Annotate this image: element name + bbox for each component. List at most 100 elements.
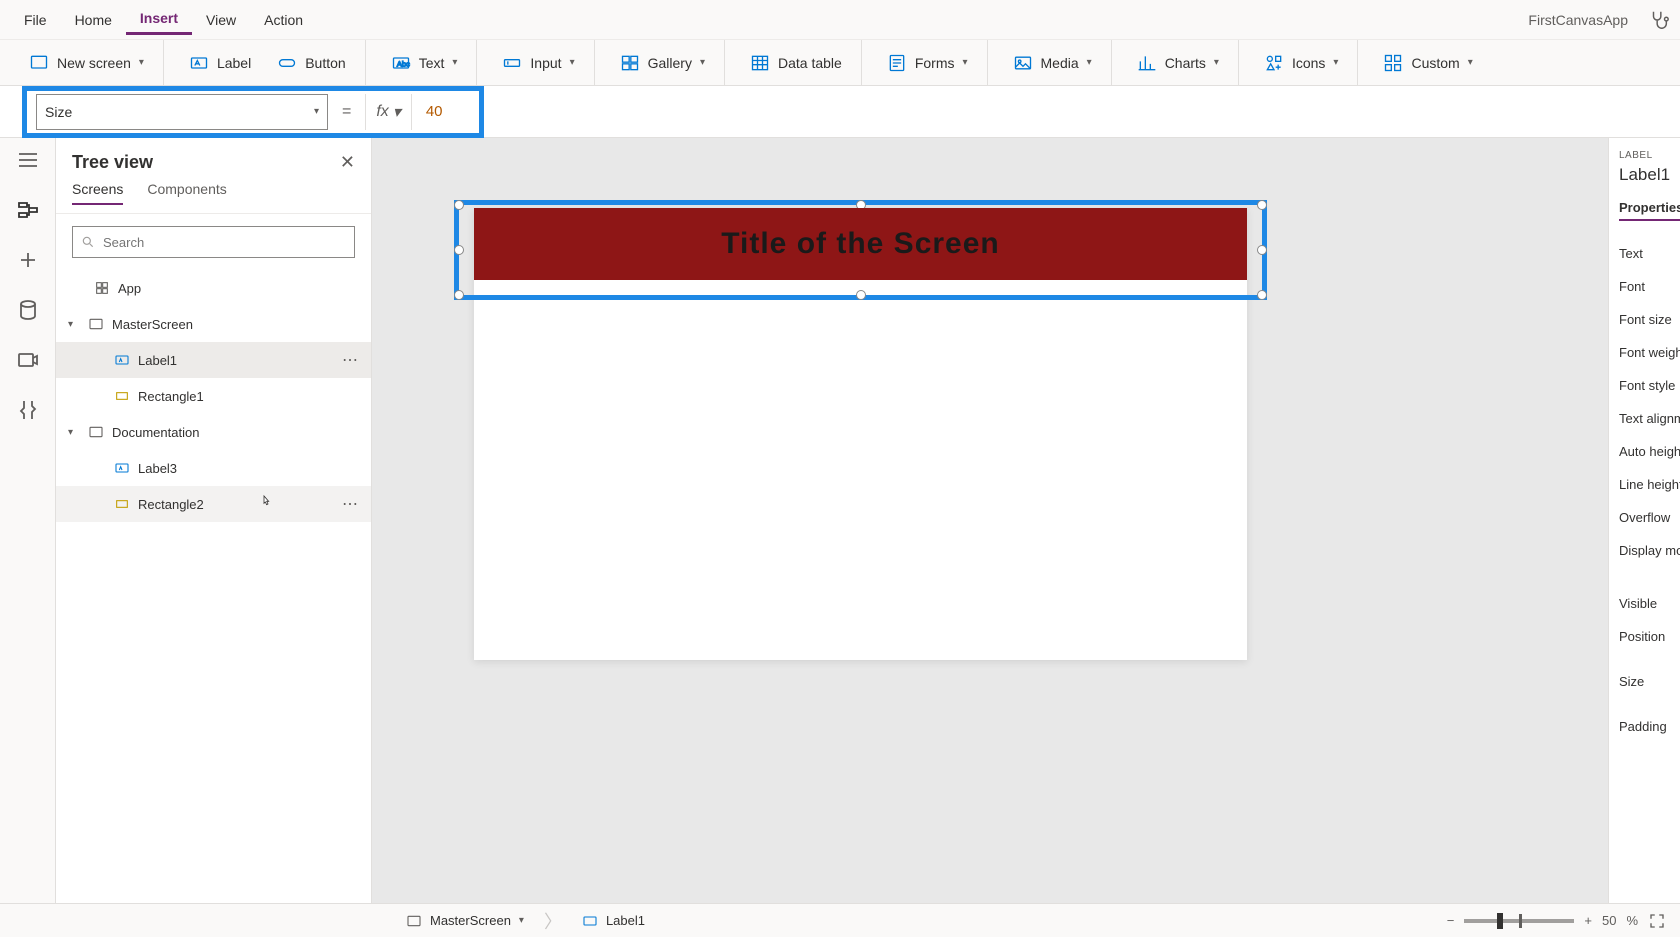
resize-handle[interactable] — [454, 200, 464, 210]
resize-handle[interactable] — [1257, 200, 1267, 210]
insert-icons-button[interactable]: Icons ▾ — [1258, 49, 1345, 77]
tree-search-input[interactable] — [103, 235, 346, 250]
breadcrumb-element[interactable]: Label1 — [572, 913, 655, 929]
cursor-pointer-icon — [258, 494, 274, 510]
resize-handle[interactable] — [454, 290, 464, 300]
caret-down-icon[interactable]: ▾ — [68, 427, 80, 438]
prop-padding[interactable]: Padding — [1619, 710, 1670, 743]
chevron-down-icon: ▾ — [393, 102, 401, 122]
prop-font[interactable]: Font — [1619, 270, 1670, 303]
formula-input[interactable]: 40 — [412, 103, 457, 120]
prop-font-style[interactable]: Font style — [1619, 369, 1670, 402]
prop-line-height[interactable]: Line height — [1619, 468, 1670, 501]
equals-sign: = — [328, 103, 365, 121]
search-icon — [81, 235, 95, 249]
resize-handle[interactable] — [1257, 245, 1267, 255]
properties-panel: LABEL Label1 Properties Text Font Font s… — [1608, 138, 1680, 903]
prop-display-mode[interactable]: Display mode — [1619, 534, 1670, 567]
insert-media-button[interactable]: Media ▾ — [1007, 49, 1098, 77]
prop-font-size[interactable]: Font size — [1619, 303, 1670, 336]
fx-button[interactable]: fx ▾ — [365, 94, 411, 130]
gallery-icon — [620, 53, 640, 73]
menu-insert[interactable]: Insert — [126, 4, 192, 35]
tree-node-rectangle1[interactable]: Rectangle1 — [56, 378, 371, 414]
tree-node-rectangle2[interactable]: Rectangle2 ⋯ — [56, 486, 371, 522]
prop-position[interactable]: Position — [1619, 620, 1670, 653]
property-dropdown[interactable]: Size ▾ — [36, 94, 328, 130]
insert-gallery-button[interactable]: Gallery ▾ — [614, 49, 711, 77]
resize-handle[interactable] — [454, 245, 464, 255]
screen-icon — [88, 316, 104, 332]
rail-data-icon[interactable] — [16, 298, 40, 322]
new-screen-button[interactable]: New screen ▾ — [23, 49, 150, 77]
insert-gallery-label: Gallery — [648, 55, 692, 71]
tree-node-app[interactable]: App — [56, 270, 371, 306]
tree-node-label: Label3 — [138, 461, 177, 476]
rail-media-icon[interactable] — [16, 348, 40, 372]
menu-action[interactable]: Action — [250, 6, 317, 34]
chevron-down-icon: ▾ — [139, 57, 144, 68]
tree-node-label: Rectangle1 — [138, 389, 204, 404]
chevron-down-icon: ▾ — [1087, 57, 1092, 68]
prop-text[interactable]: Text — [1619, 237, 1670, 270]
zoom-controls: − + 50 % — [1447, 912, 1666, 930]
insert-data-table-button[interactable]: Data table — [744, 49, 848, 77]
tree-node-documentation[interactable]: ▾ Documentation — [56, 414, 371, 450]
insert-button-button[interactable]: Button — [271, 49, 351, 77]
zoom-in-button[interactable]: + — [1584, 913, 1592, 928]
zoom-slider[interactable] — [1464, 919, 1574, 923]
prop-auto-height[interactable]: Auto height — [1619, 435, 1670, 468]
property-dropdown-value: Size — [45, 104, 72, 120]
tree-node-masterscreen[interactable]: ▾ MasterScreen — [56, 306, 371, 342]
chevron-down-icon: ▾ — [700, 57, 705, 68]
zoom-out-button[interactable]: − — [1447, 913, 1455, 928]
close-icon[interactable]: ✕ — [340, 152, 355, 173]
property-element-type: LABEL — [1619, 150, 1670, 161]
tab-components[interactable]: Components — [147, 181, 226, 205]
fx-label: fx — [376, 103, 388, 121]
prop-visible[interactable]: Visible — [1619, 587, 1670, 620]
breadcrumb-screen-label: MasterScreen — [430, 913, 511, 928]
insert-label-button[interactable]: Label — [183, 49, 257, 77]
custom-icon — [1383, 53, 1403, 73]
properties-tab[interactable]: Properties — [1619, 200, 1680, 221]
tab-screens[interactable]: Screens — [72, 181, 123, 205]
screen-icon — [406, 913, 422, 929]
rail-insert-icon[interactable] — [16, 248, 40, 272]
insert-ribbon: New screen ▾ Label Button Abc Text ▾ Inp… — [0, 40, 1680, 86]
status-bar: MasterScreen ▾ 〉 Label1 − + 50 % — [0, 903, 1680, 937]
insert-charts-button[interactable]: Charts ▾ — [1131, 49, 1225, 77]
insert-input-button[interactable]: Input ▾ — [496, 49, 580, 77]
caret-down-icon[interactable]: ▾ — [68, 319, 80, 330]
more-icon[interactable]: ⋯ — [342, 494, 359, 514]
diagnostics-icon[interactable] — [1648, 9, 1670, 31]
menu-home[interactable]: Home — [61, 6, 126, 34]
top-menu-bar: File Home Insert View Action FirstCanvas… — [0, 0, 1680, 40]
fit-to-window-icon[interactable] — [1648, 912, 1666, 930]
svg-text:Abc: Abc — [397, 59, 410, 68]
canvas-area[interactable]: Title of the Screen — [372, 138, 1608, 903]
resize-handle[interactable] — [856, 290, 866, 300]
insert-charts-label: Charts — [1165, 55, 1206, 71]
screen-artboard[interactable]: Title of the Screen — [474, 208, 1247, 660]
rail-tools-icon[interactable] — [16, 398, 40, 422]
prop-text-alignment[interactable]: Text alignment — [1619, 402, 1670, 435]
resize-handle[interactable] — [1257, 290, 1267, 300]
tree-search-box[interactable] — [72, 226, 355, 258]
rail-hamburger-icon[interactable] — [16, 148, 40, 172]
insert-text-button[interactable]: Abc Text ▾ — [385, 49, 464, 77]
breadcrumb-screen[interactable]: MasterScreen ▾ — [396, 913, 534, 929]
prop-size[interactable]: Size — [1619, 665, 1670, 698]
insert-forms-button[interactable]: Forms ▾ — [881, 49, 974, 77]
canvas-label-element[interactable]: Title of the Screen — [474, 208, 1247, 280]
prop-overflow[interactable]: Overflow — [1619, 501, 1670, 534]
tree-node-label3[interactable]: Label3 — [56, 450, 371, 486]
rail-tree-view-icon[interactable] — [16, 198, 40, 222]
prop-font-weight[interactable]: Font weight — [1619, 336, 1670, 369]
more-icon[interactable]: ⋯ — [342, 350, 359, 370]
zoom-value: 50 — [1602, 913, 1616, 928]
tree-node-label1[interactable]: Label1 ⋯ — [56, 342, 371, 378]
menu-view[interactable]: View — [192, 6, 250, 34]
menu-file[interactable]: File — [10, 6, 61, 34]
insert-custom-button[interactable]: Custom ▾ — [1377, 49, 1478, 77]
